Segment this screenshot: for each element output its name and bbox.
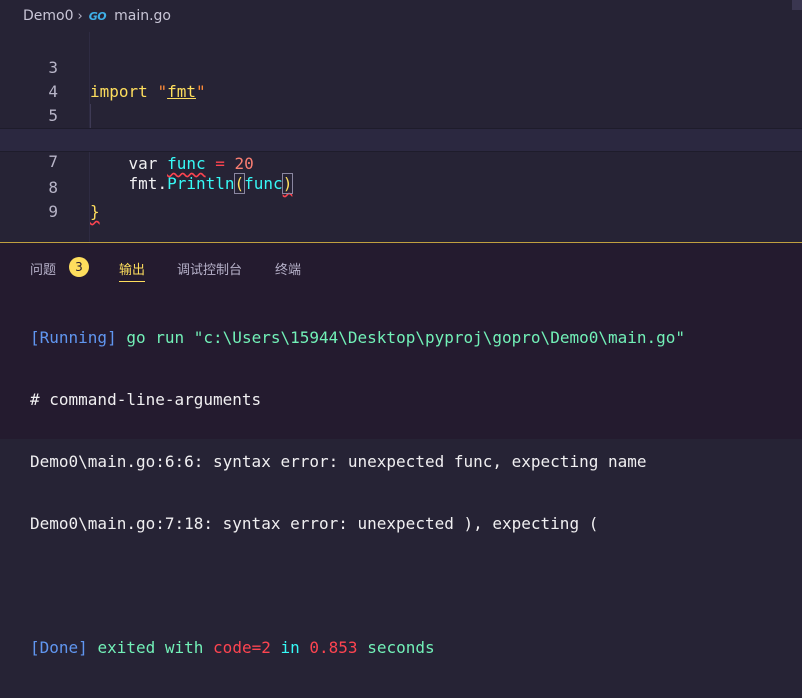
go-file-icon: GO	[88, 9, 107, 23]
done-tag: [Done]	[30, 638, 88, 657]
problems-count-badge: 3	[69, 257, 89, 277]
line-content[interactable]: }	[90, 200, 100, 224]
output-line: Demo0\main.go:6:6: syntax error: unexpec…	[30, 452, 647, 471]
tab-terminal[interactable]: 终端	[275, 259, 301, 278]
breadcrumb-file[interactable]: main.go	[114, 8, 171, 24]
bottom-panel: 问题 3 输出 调试控制台 终端 [Running] go run "c:\Us…	[0, 242, 802, 657]
code-line[interactable]: 4	[0, 56, 802, 101]
tab-problems[interactable]: 问题	[30, 259, 56, 278]
breadcrumb-folder[interactable]: Demo0	[23, 8, 74, 24]
output-line-blank	[30, 574, 685, 598]
exit-code: code=2	[213, 638, 271, 657]
code-line-current[interactable]: 7 fmt.Println(func)	[0, 128, 802, 194]
chevron-right-icon: ›	[77, 8, 83, 24]
output-line: Demo0\main.go:7:18: syntax error: unexpe…	[30, 514, 599, 533]
code-line[interactable]: 8 }	[0, 152, 802, 221]
running-tag: [Running]	[30, 328, 117, 347]
tab-output[interactable]: 输出	[119, 259, 146, 282]
tab-debug-console[interactable]: 调试控制台	[177, 259, 242, 278]
scrollbar-corner	[792, 0, 802, 10]
output-log[interactable]: [Running] go run "c:\Users\15944\Desktop…	[30, 288, 685, 698]
code-editor[interactable]: 3 import "fmt" 4 5 func main() { 6 var f…	[0, 32, 802, 242]
code-line[interactable]: 6 var func = 20	[0, 104, 802, 173]
code-line[interactable]: 9	[0, 176, 802, 221]
duration: 0.853	[309, 638, 358, 657]
code-line[interactable]: 5 func main() {	[0, 80, 802, 149]
line-number: 9	[48, 202, 58, 221]
breadcrumb: Demo0 › GO main.go	[0, 0, 802, 32]
run-command: go run "c:\Users\15944\Desktop\pyproj\go…	[126, 328, 686, 347]
panel-tabs: 问题 3 输出 调试控制台 终端	[0, 243, 802, 291]
output-line: [Done] exited with code=2 in 0.853 secon…	[30, 638, 435, 657]
code-line[interactable]: 3 import "fmt"	[0, 32, 802, 101]
output-line: [Running] go run "c:\Users\15944\Desktop…	[30, 326, 685, 350]
output-line: # command-line-arguments	[30, 390, 262, 409]
